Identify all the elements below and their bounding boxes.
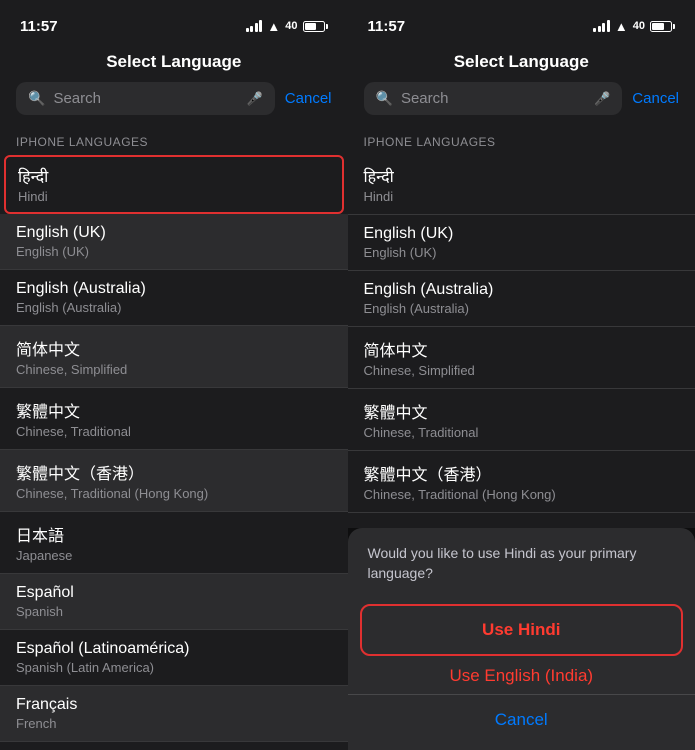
lang-native-hindi-right: हिन्दी <box>364 165 680 187</box>
dialog-message: Would you like to use Hindi as your prim… <box>348 528 695 597</box>
search-bar-left[interactable]: 🔍 Search 🎤 <box>16 82 275 115</box>
lang-english-en-uk-right: English (UK) <box>364 245 680 260</box>
language-item-ja-left[interactable]: 日本語 Japanese <box>0 512 348 574</box>
dialog-divider <box>348 694 695 695</box>
lang-native-en-au-left: English (Australia) <box>16 280 332 298</box>
lang-native-en-uk-right: English (UK) <box>364 225 680 243</box>
search-container-left: 🔍 Search 🎤 Cancel <box>0 82 348 127</box>
language-item-en-uk-right[interactable]: English (UK) English (UK) <box>348 215 695 271</box>
use-english-india-button[interactable]: Use English (India) <box>348 662 695 690</box>
language-item-es-la-left[interactable]: Español (Latinoamérica) Spanish (Latin A… <box>0 630 348 686</box>
signal-icon-left <box>246 20 263 32</box>
search-bar-right[interactable]: 🔍 Search 🎤 <box>364 82 623 115</box>
search-icon-left: 🔍 <box>28 90 45 107</box>
lang-english-hindi-right: Hindi <box>364 189 680 204</box>
lang-english-ja-left: Japanese <box>16 548 332 563</box>
language-item-hindi-right[interactable]: हिन्दी Hindi <box>348 155 695 215</box>
lang-english-es-la-left: Spanish (Latin America) <box>16 660 332 675</box>
use-english-india-label: Use English (India) <box>449 666 593 685</box>
mic-icon-right[interactable]: 🎤 <box>594 91 610 107</box>
wifi-icon-right: ▲ <box>615 19 628 34</box>
page-title-left: Select Language <box>106 52 241 71</box>
battery-icon-right <box>650 21 675 32</box>
wifi-icon-left: ▲ <box>267 19 280 34</box>
lang-english-zh-cn-left: Chinese, Simplified <box>16 362 332 377</box>
search-icon-right: 🔍 <box>376 90 393 107</box>
search-placeholder-left: Search <box>53 90 238 107</box>
language-item-fr-ca-left[interactable]: Français (Canada) French (Canada) <box>0 742 348 750</box>
status-icons-left: ▲ 40 <box>246 19 328 34</box>
section-header-left: IPHONE LANGUAGES <box>0 127 348 155</box>
lang-native-zh-hk-left: 繁體中文（香港） <box>16 460 332 484</box>
right-panel: 11:57 ▲ 40 Select Language 🔍 Search 🎤 Ca… <box>348 0 695 750</box>
search-placeholder-right: Search <box>401 90 586 107</box>
lang-native-zh-cn-right: 简体中文 <box>364 337 680 361</box>
language-item-zh-cn-right[interactable]: 简体中文 Chinese, Simplified <box>348 327 695 389</box>
dialog-cancel-button[interactable]: Cancel <box>348 698 695 742</box>
lang-native-es-left: Español <box>16 584 332 602</box>
lang-english-zh-cn-right: Chinese, Simplified <box>364 363 680 378</box>
lang-native-ja-left: 日本語 <box>16 522 332 546</box>
status-icons-right: ▲ 40 <box>593 19 675 34</box>
language-item-zh-hk-left[interactable]: 繁體中文（香港） Chinese, Traditional (Hong Kong… <box>0 450 348 512</box>
language-item-zh-tw-left[interactable]: 繁體中文 Chinese, Traditional <box>0 388 348 450</box>
status-bar-right: 11:57 ▲ 40 <box>348 0 695 44</box>
lang-native-zh-cn-left: 简体中文 <box>16 336 332 360</box>
page-header-left: Select Language <box>0 44 348 82</box>
section-header-right: IPHONE LANGUAGES <box>348 127 695 155</box>
left-panel: 11:57 ▲ 40 Select Language 🔍 Search 🎤 Ca… <box>0 0 348 750</box>
language-item-es-left[interactable]: Español Spanish <box>0 574 348 630</box>
language-item-en-au-right[interactable]: English (Australia) English (Australia) <box>348 271 695 327</box>
use-hindi-label: Use Hindi <box>482 620 560 639</box>
lang-native-en-uk-left: English (UK) <box>16 224 332 242</box>
language-item-hindi-left[interactable]: हिन्दी Hindi <box>4 155 344 214</box>
dialog-overlay: Would you like to use Hindi as your prim… <box>348 528 695 750</box>
language-item-en-au-left[interactable]: English (Australia) English (Australia) <box>0 270 348 326</box>
status-bar-left: 11:57 ▲ 40 <box>0 0 348 44</box>
lang-native-hindi-left: हिन्दी <box>18 165 330 187</box>
battery-text-right: 40 <box>633 20 645 32</box>
lang-native-zh-tw-right: 繁體中文 <box>364 399 680 423</box>
lang-native-es-la-left: Español (Latinoamérica) <box>16 640 332 658</box>
lang-english-zh-hk-right: Chinese, Traditional (Hong Kong) <box>364 487 680 502</box>
lang-native-fr-left: Français <box>16 696 332 714</box>
lang-english-fr-left: French <box>16 716 332 731</box>
language-item-fr-left[interactable]: Français French <box>0 686 348 742</box>
signal-icon-right <box>593 20 610 32</box>
dialog-box: Would you like to use Hindi as your prim… <box>348 528 695 750</box>
cancel-search-left[interactable]: Cancel <box>285 90 332 107</box>
status-time-left: 11:57 <box>20 18 58 35</box>
dialog-cancel-label: Cancel <box>495 710 548 729</box>
cancel-search-right[interactable]: Cancel <box>632 90 679 107</box>
lang-english-zh-tw-left: Chinese, Traditional <box>16 424 332 439</box>
lang-english-zh-hk-left: Chinese, Traditional (Hong Kong) <box>16 486 332 501</box>
lang-native-zh-hk-right: 繁體中文（香港） <box>364 461 680 485</box>
mic-icon-left[interactable]: 🎤 <box>247 91 263 107</box>
language-item-en-uk-left[interactable]: English (UK) English (UK) <box>0 214 348 270</box>
language-item-zh-cn-left[interactable]: 简体中文 Chinese, Simplified <box>0 326 348 388</box>
use-hindi-button[interactable]: Use Hindi <box>360 604 684 656</box>
lang-english-en-uk-left: English (UK) <box>16 244 332 259</box>
language-item-zh-hk-right[interactable]: 繁體中文（香港） Chinese, Traditional (Hong Kong… <box>348 451 695 513</box>
lang-native-en-au-right: English (Australia) <box>364 281 680 299</box>
lang-english-en-au-left: English (Australia) <box>16 300 332 315</box>
lang-english-zh-tw-right: Chinese, Traditional <box>364 425 680 440</box>
lang-english-es-left: Spanish <box>16 604 332 619</box>
status-time-right: 11:57 <box>368 18 406 35</box>
lang-english-hindi-left: Hindi <box>18 189 330 204</box>
battery-text-left: 40 <box>285 20 297 32</box>
page-header-right: Select Language <box>348 44 695 82</box>
search-container-right: 🔍 Search 🎤 Cancel <box>348 82 695 127</box>
battery-icon-left <box>303 21 328 32</box>
lang-english-en-au-right: English (Australia) <box>364 301 680 316</box>
lang-native-zh-tw-left: 繁體中文 <box>16 398 332 422</box>
language-list-left: हिन्दी Hindi English (UK) English (UK) E… <box>0 155 348 750</box>
language-item-zh-tw-right[interactable]: 繁體中文 Chinese, Traditional <box>348 389 695 451</box>
page-title-right: Select Language <box>454 52 589 71</box>
